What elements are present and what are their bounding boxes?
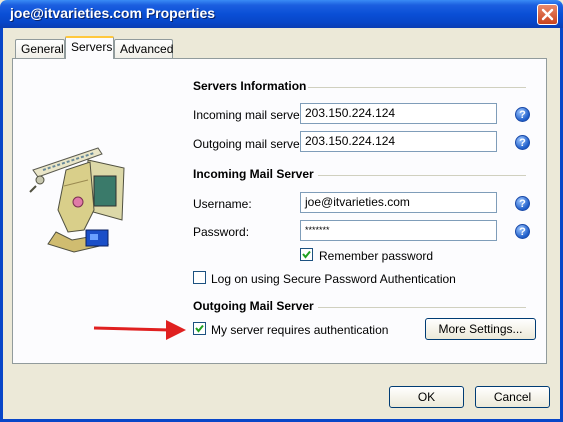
ok-button[interactable]: OK [389, 386, 464, 408]
checkmark-icon [195, 324, 204, 333]
outgoing-server-label: Outgoing mail server: [193, 137, 308, 151]
outgoing-mail-heading: Outgoing Mail Server [193, 299, 314, 313]
more-settings-button[interactable]: More Settings... [425, 318, 536, 340]
auth-required-label: My server requires authentication [211, 323, 389, 337]
incoming-server-input[interactable]: 203.150.224.124 [300, 103, 497, 124]
remember-password-checkbox[interactable] [300, 248, 313, 261]
outgoing-mail-divider [318, 307, 526, 308]
username-label: Username: [193, 197, 252, 211]
remember-password-label: Remember password [319, 249, 434, 263]
auth-required-checkbox[interactable] [193, 322, 206, 335]
password-label: Password: [193, 225, 250, 239]
incoming-mail-divider [318, 175, 526, 176]
cancel-button[interactable]: Cancel [475, 386, 550, 408]
incoming-server-label: Incoming mail server: [193, 108, 308, 122]
outgoing-server-input[interactable]: 203.150.224.124 [300, 131, 497, 152]
username-input[interactable]: joe@itvarieties.com [300, 192, 497, 213]
incoming-mail-heading: Incoming Mail Server [193, 167, 314, 181]
password-help-icon[interactable]: ? [515, 224, 530, 239]
incoming-server-help-icon[interactable]: ? [515, 107, 530, 122]
spa-label: Log on using Secure Password Authenticat… [211, 272, 456, 286]
checkmark-icon [302, 250, 311, 259]
username-help-icon[interactable]: ? [515, 196, 530, 211]
servers-info-divider [308, 87, 526, 88]
red-arrow-icon [93, 320, 186, 340]
outgoing-server-help-icon[interactable]: ? [515, 135, 530, 150]
spa-checkbox[interactable] [193, 271, 206, 284]
password-input[interactable]: ******* [300, 220, 497, 241]
servers-info-heading: Servers Information [193, 79, 307, 93]
mail-server-illustration-icon [29, 147, 125, 253]
